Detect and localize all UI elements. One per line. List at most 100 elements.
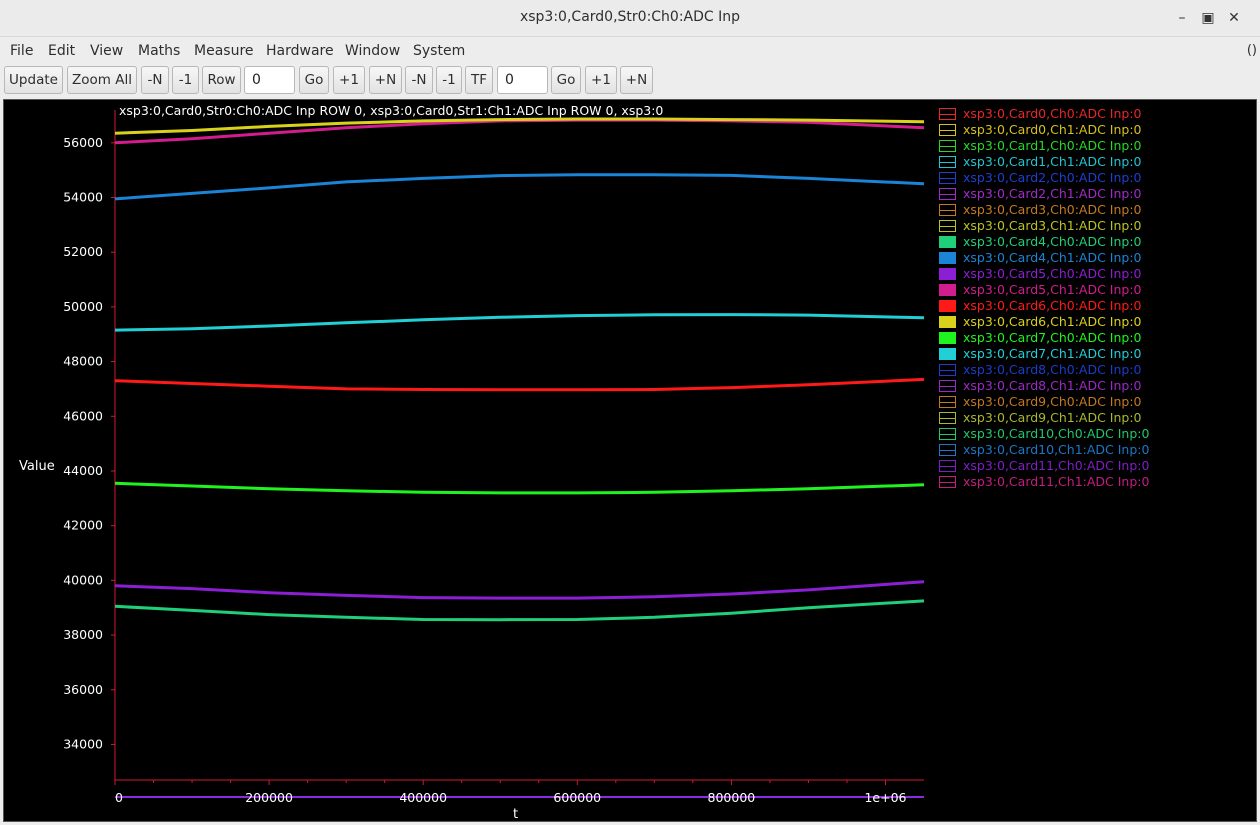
zoom-all-button[interactable]: Zoom All: [67, 66, 137, 94]
legend-swatch: [939, 316, 956, 328]
line-chart: xsp3:0,Card0,Str0:Ch0:ADC Inp ROW 0, xsp…: [19, 103, 1150, 822]
legend-item-5: xsp3:0,Card2,Ch1:ADC Inp:0: [939, 186, 1142, 201]
legend-item-9: xsp3:0,Card4,Ch1:ADC Inp:0: [939, 250, 1142, 265]
legend-swatch: [939, 284, 956, 296]
minus-1-button[interactable]: -1: [172, 66, 199, 94]
legend-label: xsp3:0,Card6,Ch0:ADC Inp:0: [963, 298, 1142, 313]
menu-file[interactable]: File: [10, 43, 33, 59]
legend-item-7: xsp3:0,Card3,Ch1:ADC Inp:0: [939, 218, 1142, 233]
legend-swatch: [939, 300, 956, 312]
y-tick-label: 50000: [63, 299, 103, 314]
x-tick-label: 800000: [708, 790, 756, 805]
legend-item-17: xsp3:0,Card8,Ch1:ADC Inp:0: [939, 378, 1142, 393]
menu-window[interactable]: Window: [345, 43, 400, 59]
chart-title: xsp3:0,Card0,Str0:Ch0:ADC Inp ROW 0, xsp…: [119, 103, 663, 118]
close-icon[interactable]: ✕: [1224, 8, 1244, 28]
legend-label: xsp3:0,Card3,Ch1:ADC Inp:0: [963, 218, 1142, 233]
row-input[interactable]: 0: [244, 66, 295, 94]
y-axis-label: Value: [19, 459, 55, 474]
legend-swatch: [939, 348, 956, 360]
y-tick-label: 52000: [63, 244, 103, 259]
minus-n-button[interactable]: -N: [141, 66, 169, 94]
x-tick-label: 1e+06: [864, 790, 906, 805]
toolbar: Update Zoom All -N -1 Row 0 Go +1 +N -N …: [0, 63, 1260, 97]
legend-swatch: [939, 332, 956, 344]
legend-item-0: xsp3:0,Card0,Ch0:ADC Inp:0: [939, 106, 1142, 121]
y-tick-label: 56000: [63, 135, 103, 150]
plus-n-button-2[interactable]: +N: [620, 66, 653, 94]
window-title: xsp3:0,Card0,Str0:Ch0:ADC Inp: [519, 9, 741, 25]
plus-1-button[interactable]: +1: [333, 66, 365, 94]
menu-edit[interactable]: Edit: [48, 43, 75, 59]
legend-label: xsp3:0,Card5,Ch0:ADC Inp:0: [963, 266, 1142, 281]
row-button[interactable]: Row: [202, 66, 241, 94]
y-tick-label: 40000: [63, 572, 103, 587]
legend-item-13: xsp3:0,Card6,Ch1:ADC Inp:0: [939, 314, 1142, 329]
series-line-11: [114, 118, 925, 145]
legend-label: xsp3:0,Card7,Ch1:ADC Inp:0: [963, 346, 1142, 361]
y-tick-label: 44000: [63, 463, 103, 478]
minimize-icon[interactable]: –: [1172, 8, 1192, 28]
legend-item-21: xsp3:0,Card10,Ch1:ADC Inp:0: [939, 442, 1150, 457]
legend-item-14: xsp3:0,Card7,Ch0:ADC Inp:0: [939, 330, 1142, 345]
legend-item-1: xsp3:0,Card0,Ch1:ADC Inp:0: [939, 122, 1142, 137]
legend-label: xsp3:0,Card4,Ch0:ADC Inp:0: [963, 234, 1142, 249]
go-button[interactable]: Go: [299, 66, 329, 94]
legend-label: xsp3:0,Card1,Ch1:ADC Inp:0: [963, 154, 1142, 169]
legend-label: xsp3:0,Card10,Ch0:ADC Inp:0: [963, 426, 1150, 441]
legend-label: xsp3:0,Card11,Ch0:ADC Inp:0: [963, 458, 1150, 473]
menu-hardware[interactable]: Hardware: [266, 43, 334, 59]
legend-label: xsp3:0,Card5,Ch1:ADC Inp:0: [963, 282, 1142, 297]
legend-label: xsp3:0,Card4,Ch1:ADC Inp:0: [963, 250, 1142, 265]
legend-item-16: xsp3:0,Card8,Ch0:ADC Inp:0: [939, 362, 1142, 377]
x-tick-label: 600000: [553, 790, 601, 805]
legend-label: xsp3:0,Card0,Ch0:ADC Inp:0: [963, 106, 1142, 121]
y-tick-label: 42000: [63, 518, 103, 533]
menu-view[interactable]: View: [90, 43, 123, 59]
legend-item-23: xsp3:0,Card11,Ch1:ADC Inp:0: [939, 474, 1150, 489]
legend-item-15: xsp3:0,Card7,Ch1:ADC Inp:0: [939, 346, 1142, 361]
y-tick-label: 36000: [63, 682, 103, 697]
menu-right-indicator: (): [1246, 43, 1257, 58]
legend-item-10: xsp3:0,Card5,Ch0:ADC Inp:0: [939, 266, 1142, 281]
y-tick-label: 34000: [63, 736, 103, 751]
legend-item-22: xsp3:0,Card11,Ch0:ADC Inp:0: [939, 458, 1150, 473]
plot-area[interactable]: xsp3:0,Card0,Str0:Ch0:ADC Inp ROW 0, xsp…: [3, 99, 1257, 822]
legend-swatch: [939, 236, 956, 248]
series-line-10: [114, 580, 925, 600]
menu-system[interactable]: System: [413, 43, 465, 59]
update-button[interactable]: Update: [4, 66, 63, 94]
legend-label: xsp3:0,Card3,Ch0:ADC Inp:0: [963, 202, 1142, 217]
legend-swatch: [939, 252, 956, 264]
menu-measure[interactable]: Measure: [194, 43, 254, 59]
legend-item-2: xsp3:0,Card1,Ch0:ADC Inp:0: [939, 138, 1142, 153]
menu-maths[interactable]: Maths: [138, 43, 180, 59]
legend-label: xsp3:0,Card8,Ch0:ADC Inp:0: [963, 362, 1142, 377]
y-tick-label: 38000: [63, 627, 103, 642]
tf-input[interactable]: 0: [497, 66, 548, 94]
y-tick-label: 54000: [63, 190, 103, 205]
maximize-icon[interactable]: ▣: [1198, 8, 1218, 28]
series-line-14: [114, 481, 925, 495]
plus-1-button-2[interactable]: +1: [585, 66, 617, 94]
legend-item-18: xsp3:0,Card9,Ch0:ADC Inp:0: [939, 394, 1142, 409]
tf-button[interactable]: TF: [465, 66, 493, 94]
x-tick-label: 400000: [399, 790, 447, 805]
series-line-15: [114, 313, 925, 332]
plus-n-button[interactable]: +N: [369, 66, 402, 94]
x-tick-label: 200000: [245, 790, 293, 805]
series-line-12: [114, 377, 925, 392]
minus-n-button-2[interactable]: -N: [405, 66, 433, 94]
legend-label: xsp3:0,Card10,Ch1:ADC Inp:0: [963, 442, 1150, 457]
menu-bar: File Edit View Maths Measure Hardware Wi…: [0, 37, 1260, 62]
go-button-2[interactable]: Go: [551, 66, 581, 94]
legend-item-11: xsp3:0,Card5,Ch1:ADC Inp:0: [939, 282, 1142, 297]
legend-label: xsp3:0,Card9,Ch1:ADC Inp:0: [963, 410, 1142, 425]
legend-label: xsp3:0,Card1,Ch0:ADC Inp:0: [963, 138, 1142, 153]
minus-1-button-2[interactable]: -1: [436, 66, 462, 94]
legend-label: xsp3:0,Card2,Ch0:ADC Inp:0: [963, 170, 1142, 185]
legend-item-19: xsp3:0,Card9,Ch1:ADC Inp:0: [939, 410, 1142, 425]
series-line-9: [114, 173, 925, 201]
legend-item-3: xsp3:0,Card1,Ch1:ADC Inp:0: [939, 154, 1142, 169]
y-tick-label: 48000: [63, 354, 103, 369]
